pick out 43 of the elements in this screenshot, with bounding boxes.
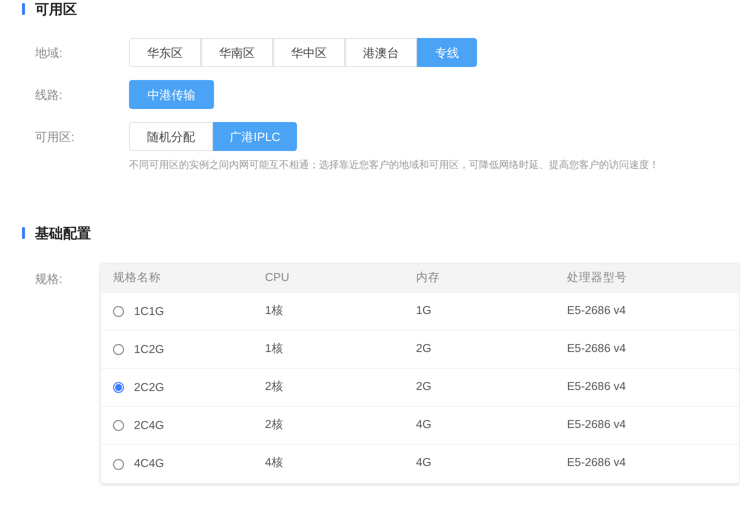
option-tab[interactable]: 华中区 — [273, 38, 345, 67]
column-header: CPU — [265, 270, 290, 286]
table-cell-text: 2G — [416, 380, 432, 395]
option-tab[interactable]: 港澳台 — [345, 38, 417, 67]
table-cell-text: 4核 — [265, 456, 284, 472]
option-tab[interactable]: 随机分配 — [129, 122, 213, 151]
section-marker — [22, 227, 25, 239]
table-cell-text: 2C4G — [134, 418, 164, 434]
table-cell-text: 4C4G — [134, 457, 164, 472]
table-cell-text: E5-2686 v4 — [567, 456, 627, 472]
radio-button[interactable] — [113, 458, 124, 470]
hint-text: 不同可用区的实例之间内网可能互不相通；选择靠近您客户的地域和可用区，可降低网络时延、提高您客户的访问速度！ — [129, 158, 660, 173]
table-cell-text: 1C1G — [134, 304, 164, 320]
option-tab[interactable]: 华南区 — [201, 38, 273, 67]
table-cell-text: 2核 — [265, 418, 284, 433]
table-cell-text: E5-2686 v4 — [567, 304, 627, 319]
table-cell-text: 1G — [416, 304, 432, 319]
table-cell-text: E5-2686 v4 — [567, 380, 627, 395]
column-header: 内存 — [416, 270, 441, 286]
table-cell-text: 4G — [416, 418, 432, 433]
field-label: 线路: — [34, 86, 64, 104]
radio-button[interactable] — [113, 306, 124, 317]
field-label: 地域: — [34, 44, 64, 62]
field-label: 可用区: — [34, 128, 76, 146]
option-tab[interactable]: 华东区 — [129, 38, 201, 67]
section-title: 可用区 — [35, 0, 77, 18]
radio-button[interactable] — [113, 420, 124, 431]
section-marker — [22, 3, 25, 15]
field-label: 规格: — [34, 271, 64, 288]
table-cell-text: E5-2686 v4 — [567, 418, 627, 433]
column-header: 规格名称 — [113, 270, 162, 286]
table-cell-text: 1核 — [265, 342, 284, 357]
table-cell-text: 4G — [416, 456, 432, 472]
radio-button[interactable] — [113, 382, 124, 393]
table-cell-text: 1核 — [265, 304, 284, 319]
radio-button[interactable] — [113, 344, 124, 355]
table-cell-text: 2C2G — [134, 380, 164, 396]
table-cell-text: 2核 — [265, 380, 284, 395]
table-cell-text: E5-2686 v4 — [567, 342, 627, 357]
table-cell-text: 1C2G — [134, 342, 164, 358]
section-title: 基础配置 — [35, 224, 91, 242]
column-header: 处理器型号 — [567, 270, 628, 286]
table-cell-text: 2G — [416, 342, 432, 357]
